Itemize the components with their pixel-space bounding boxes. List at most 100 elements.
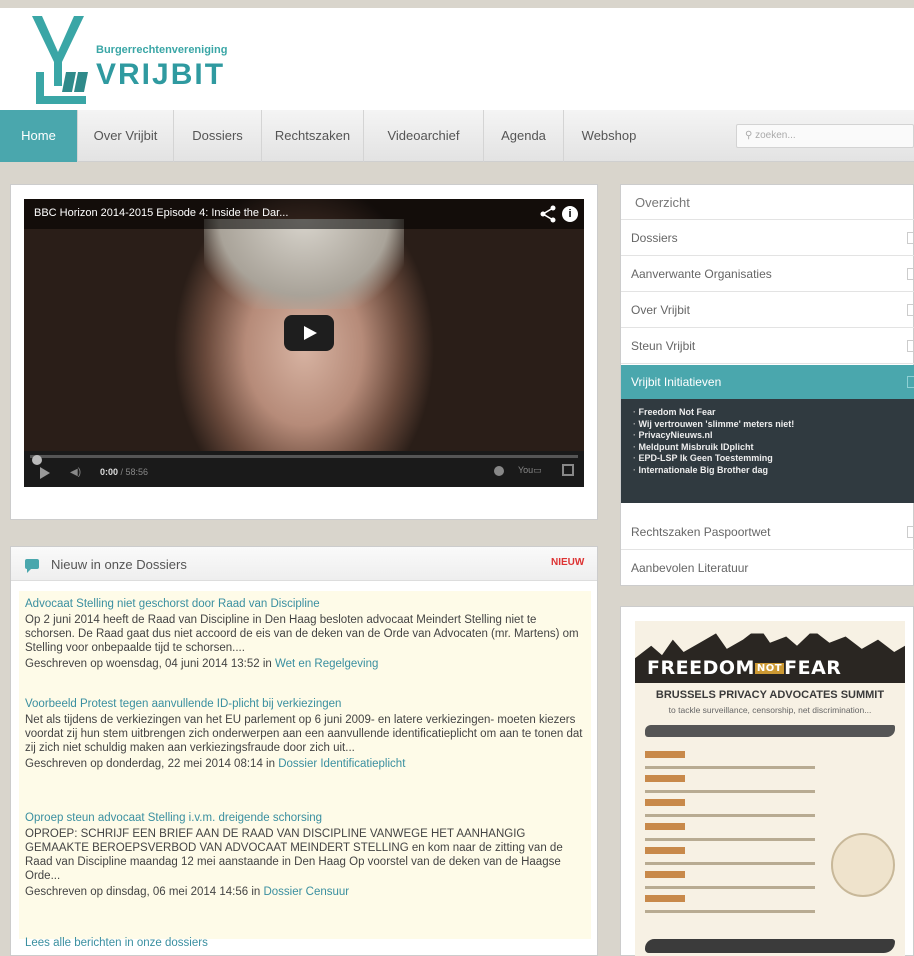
stamp-graphic [831,833,895,897]
article-date: Geschreven op donderdag, 22 mei 2014 08:… [25,758,279,770]
vrijbit-logo-icon[interactable] [28,12,92,108]
sidebar-item-label: Aanverwante Organisaties [631,267,772,281]
banner-title-not: NOT [754,663,785,674]
banner-summit: BRUSSELS PRIVACY ADVOCATES SUMMIT [655,689,885,701]
submenu-item-privacynieuws[interactable]: PrivacyNieuws.nl [633,430,914,442]
site-header: Burgerrechtenvereniging VRIJBIT [0,8,914,110]
video-title-bar: BBC Horizon 2014-2015 Episode 4: Inside … [24,199,584,229]
volume-icon[interactable]: ◀) [70,467,82,479]
expand-icon[interactable] [907,304,914,316]
article-category-link[interactable]: Dossier Identificatieplicht [278,758,405,770]
search-placeholder: zoeken... [755,130,796,141]
expand-icon[interactable] [907,340,914,352]
banner-title-part1: FREEDOM [647,657,755,679]
info-icon[interactable]: i [562,206,578,222]
submenu-item-big-brother-dag[interactable]: Internationale Big Brother dag [633,465,914,477]
progress-bar[interactable] [30,455,578,465]
article-excerpt: Op 2 juni 2014 heeft de Raad van Discipl… [25,614,579,654]
new-badge: NIEUW [551,557,585,568]
video-player[interactable]: BBC Horizon 2014-2015 Episode 4: Inside … [24,199,584,487]
fullscreen-icon[interactable] [562,464,574,476]
sidebar-item-aanbevolen-literatuur[interactable]: Aanbevolen Literatuur [621,551,914,586]
brush-stroke-graphic [645,725,895,737]
speech-bubble-icon [25,559,39,573]
article-title-link[interactable]: Advocaat Stelling niet geschorst door Ra… [25,597,587,611]
schedule-row [645,865,845,889]
freedom-not-fear-banner[interactable]: FREEDOM NOT FEAR BRUSSELS PRIVACY ADVOCATE… [635,621,905,956]
sidebar-item-rechtszaken-paspoortwet[interactable]: Rechtszaken Paspoortwet [621,515,914,550]
nav-agenda[interactable]: Agenda [484,110,564,162]
sidebar-item-label: Rechtszaken Paspoortwet [631,525,771,539]
schedule-row [645,817,845,841]
news-article: Oproep steun advocaat Stelling i.v.m. dr… [25,811,587,899]
nav-rechtszaken[interactable]: Rechtszaken [262,110,364,162]
read-all-link[interactable]: Lees alle berichten in onze dossiers [25,937,208,949]
article-title-link[interactable]: Voorbeeld Protest tegen aanvullende ID-p… [25,697,587,711]
expand-icon[interactable] [907,268,914,280]
sidebar-item-label: Dossiers [631,231,678,245]
submenu-item-epd-lsp[interactable]: EPD-LSP Ik Geen Toestemming [633,453,914,465]
sidebar-item-steun-vrijbit[interactable]: Steun Vrijbit [621,329,914,364]
sidebar-item-overzicht[interactable]: Overzicht [621,185,914,220]
nav-webshop[interactable]: Webshop [564,110,654,162]
banner-panel: FREEDOM NOT FEAR BRUSSELS PRIVACY ADVOCATE… [620,606,914,956]
article-category-link[interactable]: Dossier Censuur [263,886,349,898]
banner-title: FREEDOM NOT FEAR [647,657,841,679]
play-icon[interactable] [40,467,50,479]
expand-icon[interactable] [907,232,914,244]
banner-title-part2: FEAR [784,657,842,679]
schedule-row [645,745,845,769]
submenu-item-freedom-not-fear[interactable]: Freedom Not Fear [633,407,914,419]
submenu-item-slimme-meters[interactable]: Wij vertrouwen 'slimme' meters niet! [633,419,914,431]
schedule-row [645,889,845,913]
article-meta: Geschreven op donderdag, 22 mei 2014 08:… [25,757,587,771]
video-title[interactable]: BBC Horizon 2014-2015 Episode 4: Inside … [34,207,288,219]
article-title-link[interactable]: Oproep steun advocaat Stelling i.v.m. dr… [25,811,587,825]
search-icon: ⚲ [745,130,756,141]
nav-over-vrijbit[interactable]: Over Vrijbit [78,110,174,162]
video-time: 0:00 / 58:56 [100,467,148,477]
sidebar-item-vrijbit-initiatieven[interactable]: Vrijbit Initiatieven [621,365,914,400]
news-list: Advocaat Stelling niet geschorst door Ra… [19,591,591,939]
news-title: Nieuw in onze Dossiers [51,557,187,572]
article-category-link[interactable]: Wet en Regelgeving [275,658,378,670]
youtube-logo-icon[interactable]: You▭ [518,465,542,476]
play-button[interactable] [284,315,334,351]
article-meta: Geschreven op dinsdag, 06 mei 2014 14:56… [25,885,587,899]
main-navigation: Home Over Vrijbit Dossiers Rechtszaken V… [0,110,914,162]
article-excerpt: OPROEP: SCHRIJF EEN BRIEF AAN DE RAAD VA… [25,828,563,882]
news-article: Voorbeeld Protest tegen aanvullende ID-p… [25,697,587,771]
news-article: Advocaat Stelling niet geschorst door Ra… [25,597,587,671]
article-date: Geschreven op woensdag, 04 juni 2014 13:… [25,658,275,670]
sidebar-item-label: Overzicht [635,195,690,210]
sidebar-item-label: Steun Vrijbit [631,339,696,353]
progress-handle[interactable] [32,455,42,465]
sidebar-item-dossiers[interactable]: Dossiers [621,221,914,256]
brush-stroke-graphic [645,939,895,953]
schedule-row [645,769,845,793]
nav-home[interactable]: Home [0,110,78,162]
article-excerpt: Net als tijdens de verkiezingen van het … [25,714,583,754]
logo-wordmark[interactable]: VRIJBIT [96,58,225,92]
sidebar-item-label: Vrijbit Initiatieven [631,375,722,389]
video-controls: ◀) 0:00 / 58:56 You▭ [24,451,584,487]
expand-icon[interactable] [907,526,914,538]
nav-videoarchief[interactable]: Videoarchief [364,110,484,162]
sidebar-item-over-vrijbit[interactable]: Over Vrijbit [621,293,914,328]
initiatieven-submenu: Freedom Not Fear Wij vertrouwen 'slimme'… [621,399,914,503]
sidebar-item-label: Aanbevolen Literatuur [631,561,749,575]
banner-subtitle: to tackle surveillance, censorship, net … [668,705,872,715]
collapse-icon[interactable] [907,376,914,388]
nav-dossiers[interactable]: Dossiers [174,110,262,162]
schedule-row [645,841,845,865]
article-meta: Geschreven op woensdag, 04 juni 2014 13:… [25,657,587,671]
video-panel: BBC Horizon 2014-2015 Episode 4: Inside … [10,184,598,520]
sidebar-item-aanverwante-organisaties[interactable]: Aanverwante Organisaties [621,257,914,292]
settings-gear-icon[interactable] [494,466,504,476]
schedule-row [645,793,845,817]
search-input[interactable]: ⚲ zoeken... [736,124,914,148]
sidebar-item-label: Over Vrijbit [631,303,690,317]
time-total: / 58:56 [118,467,149,477]
submenu-item-meldpunt[interactable]: Meldpunt Misbruik IDplicht [633,442,914,454]
share-icon[interactable] [539,205,557,223]
